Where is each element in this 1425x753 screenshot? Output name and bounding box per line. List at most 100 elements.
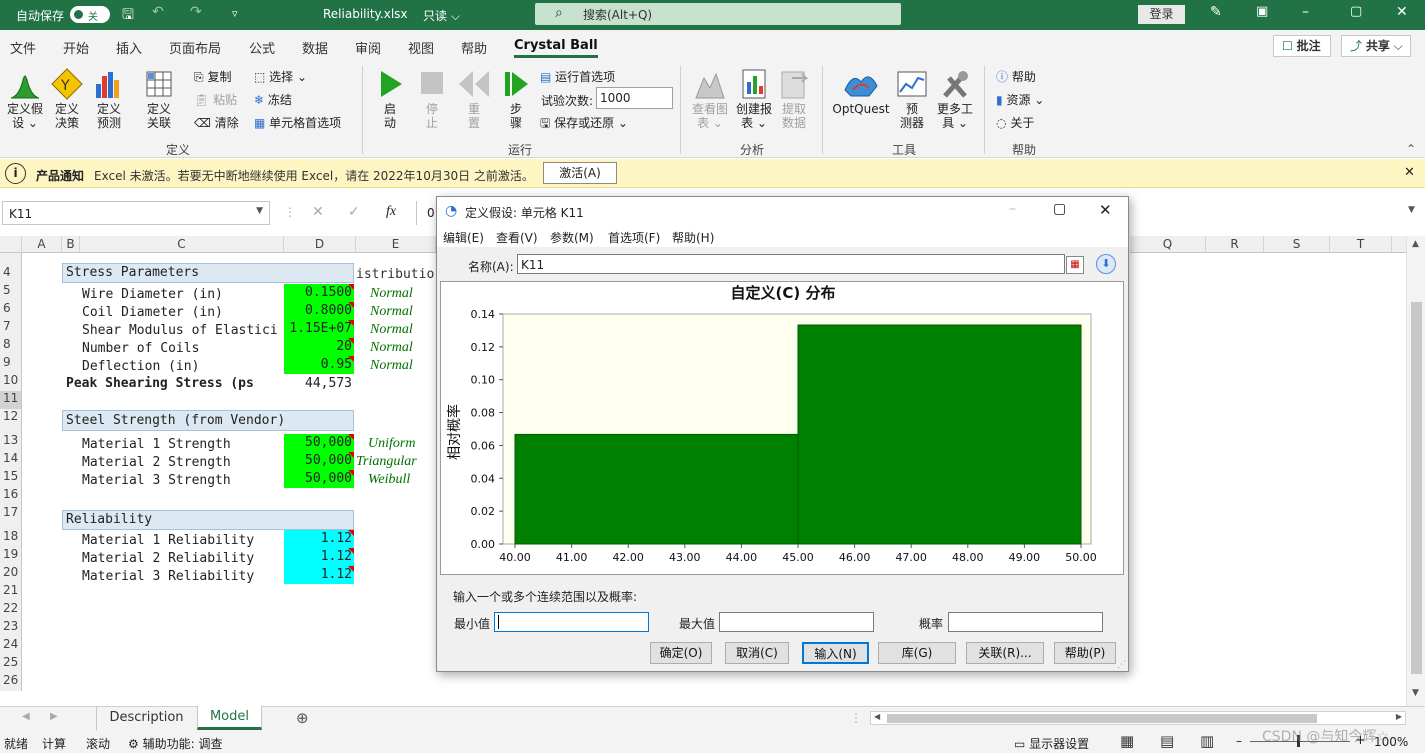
row-header-19[interactable]: 19 (0, 547, 22, 565)
view-charts-button[interactable]: 查看图表 ⌄ (688, 68, 732, 130)
expand-options-icon[interactable]: ⬇ (1096, 254, 1116, 274)
tab-insert[interactable]: 插入 (116, 38, 142, 57)
enter-button[interactable]: 输入(N) (802, 642, 869, 664)
minimize-icon[interactable]: – (1302, 4, 1309, 20)
dialog-menu-help[interactable]: 帮助(H) (672, 229, 714, 246)
row-header-13[interactable]: 13 (0, 433, 22, 451)
row-header-16[interactable]: 16 (0, 487, 22, 505)
sheet-tab-model[interactable]: Model (197, 706, 262, 730)
select-button[interactable]: ⬚ 选择 ⌄ (254, 68, 307, 85)
scroll-down-icon[interactable]: ▼ (1412, 688, 1419, 698)
row-header-6[interactable]: 6 (0, 301, 22, 319)
normal-view-icon[interactable]: ▦ (1120, 732, 1134, 750)
dialog-help-button[interactable]: 帮助(P) (1054, 642, 1116, 664)
activate-button[interactable]: 激活(A) (543, 162, 617, 184)
col-header-s[interactable]: S (1264, 236, 1330, 253)
ok-button[interactable]: 确定(O) (650, 642, 712, 664)
material-strength-2-label[interactable]: Material 2 Strength (82, 455, 284, 470)
cell-reference-icon[interactable]: ▦ (1066, 256, 1084, 274)
row-header-22[interactable]: 22 (0, 601, 22, 619)
row-header-20[interactable]: 20 (0, 565, 22, 583)
save-restore-button[interactable]: 🖫 保存或还原 ⌄ (540, 114, 628, 135)
col-header-d[interactable]: D (284, 236, 356, 253)
ribbon-display-icon[interactable]: ▣ (1256, 4, 1268, 19)
search-box[interactable]: ⌕ 搜索(Alt+Q) (535, 3, 901, 25)
close-notice-icon[interactable]: ✕ (1404, 165, 1415, 180)
customize-qat-icon[interactable]: ▿ (232, 7, 238, 20)
row-header-9[interactable]: 9 (0, 355, 22, 373)
row-header-17[interactable]: 17 (0, 505, 22, 529)
paste-button[interactable]: 📋︎ 粘贴 (194, 91, 237, 108)
tab-view[interactable]: 视图 (408, 38, 434, 57)
row-header-23[interactable]: 23 (0, 619, 22, 637)
steel-strength-header[interactable]: Steel Strength (from Vendor) (62, 410, 354, 431)
material-reliability-1-label[interactable]: Material 1 Reliability (82, 533, 284, 548)
cancel-entry-icon[interactable]: ✕ (312, 204, 324, 220)
stress-param-3-value[interactable]: 1.15E+07 (284, 320, 354, 338)
add-sheet-icon[interactable]: ⊕ (296, 709, 309, 727)
tab-home[interactable]: 开始 (63, 38, 89, 57)
row-header-8[interactable]: 8 (0, 337, 22, 355)
undo-icon[interactable]: ↶ (152, 4, 164, 20)
min-value-input[interactable] (494, 612, 649, 632)
material-strength-2-value[interactable]: 50,000 (284, 452, 354, 470)
tab-crystal-ball[interactable]: Crystal Ball (514, 38, 598, 58)
define-correlation-button[interactable]: 定义 关联 (140, 68, 178, 130)
row-header-24[interactable]: 24 (0, 637, 22, 655)
col-header-r[interactable]: R (1206, 236, 1264, 253)
more-tools-button[interactable]: 更多工具 ⌄ (934, 68, 976, 130)
optquest-button[interactable]: OptQuest (830, 68, 892, 116)
dialog-minimize-icon[interactable]: – (1009, 201, 1016, 217)
gallery-button[interactable]: 库(G) (878, 642, 956, 664)
col-header-t[interactable]: T (1330, 236, 1392, 253)
stress-param-1-value[interactable]: 0.1500 (284, 284, 354, 302)
col-header-c[interactable]: C (80, 236, 284, 253)
clear-button[interactable]: ⌫ 清除 (194, 114, 239, 131)
tab-help[interactable]: 帮助 (461, 38, 487, 57)
page-break-view-icon[interactable]: ▥ (1200, 732, 1214, 750)
assumption-name-input[interactable]: K11 (517, 254, 1065, 274)
define-decision-button[interactable]: Y 定义 决策 (48, 68, 86, 130)
read-only-mode[interactable]: 只读 ⌵ (423, 7, 460, 24)
predictor-button[interactable]: 预测器 (894, 68, 930, 130)
resources-button[interactable]: ▮ 资源 ⌄ (996, 91, 1044, 108)
insert-function-icon[interactable]: fx (386, 204, 396, 220)
probability-input[interactable] (948, 612, 1103, 632)
material-reliability-2-label[interactable]: Material 2 Reliability (82, 551, 284, 566)
dialog-menu-edit[interactable]: 编辑(E) (443, 229, 484, 246)
resize-grip-icon[interactable]: ⋰ (1117, 660, 1126, 670)
peak-stress-label[interactable]: Peak Shearing Stress (ps (66, 376, 284, 391)
col-header-b[interactable]: B (62, 236, 80, 253)
dialog-title-bar[interactable]: ◔ 定义假设: 单元格 K11 – ▢ ✕ (437, 197, 1128, 225)
row-header-7[interactable]: 7 (0, 319, 22, 337)
page-layout-view-icon[interactable]: ▤ (1160, 732, 1174, 750)
row-header-15[interactable]: 15 (0, 469, 22, 487)
correlate-button[interactable]: 关联(R)... (966, 642, 1044, 664)
max-value-input[interactable] (719, 612, 874, 632)
sheet-tab-description[interactable]: Description (96, 707, 196, 730)
material-strength-2-distribution[interactable]: Triangular (356, 454, 436, 470)
material-strength-1-value[interactable]: 50,000 (284, 434, 354, 452)
row-header-14[interactable]: 14 (0, 451, 22, 469)
share-button[interactable]: ⤴ 共享 ⌵ (1341, 35, 1411, 57)
dialog-close-icon[interactable]: ✕ (1099, 201, 1112, 219)
help-button[interactable]: ⓘ 帮助 (996, 68, 1036, 85)
stress-param-1-label[interactable]: Wire Diameter (in) (82, 287, 284, 302)
tab-review[interactable]: 审阅 (355, 38, 381, 57)
tab-split-handle-icon[interactable]: ⋮ (850, 711, 862, 725)
tab-formulas[interactable]: 公式 (249, 38, 275, 57)
step-button[interactable]: 步骤 (500, 68, 532, 130)
stress-param-3-distribution[interactable]: Normal (356, 322, 436, 338)
pen-icon[interactable]: ✎ (1210, 4, 1222, 20)
dialog-maximize-icon[interactable]: ▢ (1053, 201, 1066, 217)
stress-param-3-label[interactable]: Shear Modulus of Elastici (82, 323, 284, 338)
define-assumption-button[interactable]: 定义假设 ⌄ (4, 68, 46, 130)
stress-param-1-distribution[interactable]: Normal (356, 286, 436, 302)
prev-sheet-icon[interactable]: ◀ (22, 711, 30, 722)
distribution-header-text[interactable]: istributio (356, 267, 436, 282)
stress-param-2-distribution[interactable]: Normal (356, 304, 436, 320)
vertical-scrollbar[interactable]: ▲ ▼ (1406, 236, 1425, 706)
scroll-left-icon[interactable]: ◀ (874, 712, 880, 721)
reset-button[interactable]: 重置 (456, 68, 492, 130)
stress-params-header[interactable]: Stress Parameters (62, 263, 354, 283)
